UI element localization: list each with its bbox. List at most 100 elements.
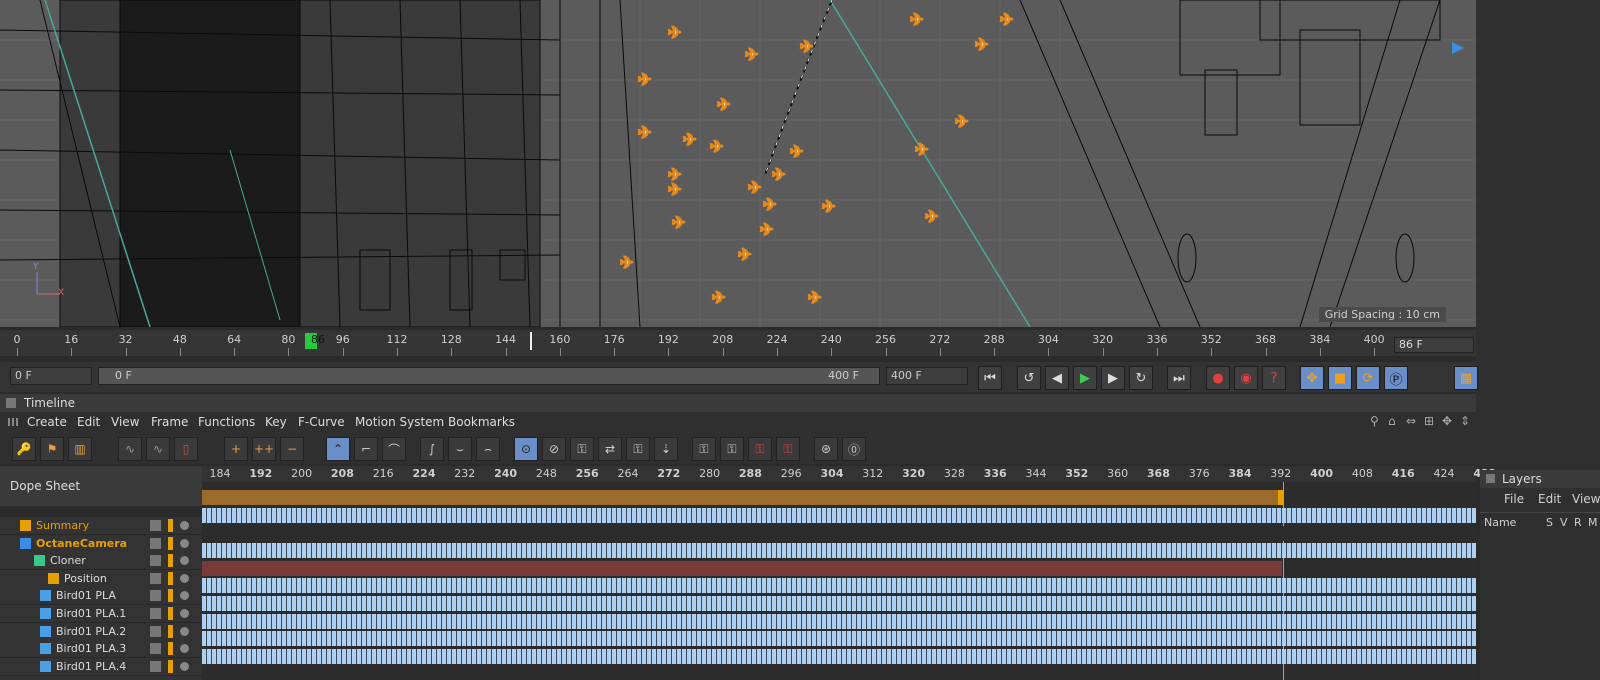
motion-mode-icon[interactable]: ▥ — [68, 437, 92, 461]
menu-grip-icon[interactable] — [8, 418, 18, 426]
menu-view[interactable]: View — [111, 415, 139, 429]
menu-functions[interactable]: Functions — [198, 415, 255, 429]
row-lock-toggle[interactable] — [150, 590, 161, 602]
remove-key-icon[interactable]: − — [280, 437, 304, 461]
layers-menu-edit[interactable]: Edit — [1538, 492, 1561, 506]
zoom-view-icon[interactable]: ⇕ — [1460, 414, 1470, 428]
menu-motion-system[interactable]: Motion System — [355, 415, 444, 429]
row-color-bar[interactable] — [168, 624, 173, 638]
keyframe-selection-button[interactable]: ? — [1262, 366, 1286, 390]
tangent-angle-icon[interactable]: ⇣ — [654, 437, 678, 461]
clip-icon[interactable]: ▯ — [174, 437, 198, 461]
menu-edit[interactable]: Edit — [77, 415, 100, 429]
record-active-button[interactable]: ● — [1206, 366, 1230, 390]
row-color-bar[interactable] — [168, 607, 173, 620]
tangent-auto-icon[interactable]: ⊙ — [514, 437, 538, 461]
range-slider[interactable]: 0 F 400 F — [98, 367, 880, 385]
linear-interp-icon[interactable]: ⌒ — [382, 437, 406, 461]
row-solo-dot[interactable] — [180, 538, 189, 548]
record-position-button[interactable]: ✥ — [1300, 366, 1324, 390]
add-key-icon[interactable]: + — [224, 437, 248, 461]
tangent-zero-icon[interactable]: ⇄ — [598, 437, 622, 461]
row-lock-toggle[interactable] — [150, 625, 161, 637]
lock-tangent-icon[interactable]: ⚿ — [748, 437, 772, 461]
key-mode-icon[interactable]: 🔑 — [12, 437, 36, 461]
previous-frame-button[interactable]: ◀ — [1045, 366, 1069, 390]
pla-button[interactable]: ▦ — [1454, 366, 1478, 390]
lock-time-icon[interactable]: ⚿ — [720, 437, 744, 461]
row-lock-toggle[interactable] — [150, 608, 161, 619]
keyframe-track[interactable] — [202, 578, 1476, 594]
zero-tangent-icon[interactable]: ⓪ — [842, 437, 866, 461]
layers-menu-view[interactable]: View — [1572, 492, 1600, 506]
spline-interp-icon[interactable]: ⌃ — [326, 437, 350, 461]
row-color-bar[interactable] — [168, 659, 173, 673]
step-interp-icon[interactable]: ⌐ — [354, 437, 378, 461]
row-solo-dot[interactable] — [180, 591, 189, 601]
tangent-length-icon[interactable]: ⚿ — [626, 437, 650, 461]
ease-in-icon[interactable]: ⌣ — [448, 437, 472, 461]
home-icon[interactable]: ⌂ — [1388, 414, 1396, 428]
next-frame-button[interactable]: ▶ — [1101, 366, 1125, 390]
tree-row[interactable]: Summary — [0, 517, 202, 535]
timeline-ruler[interactable]: 0 16 32 48 64 80 96 112 128 144 160 176 192 208 224 240… — [0, 330, 1476, 356]
row-lock-toggle[interactable] — [150, 520, 161, 531]
menu-key[interactable]: Key — [265, 415, 287, 429]
tree-row[interactable]: Bird01 PLA.3 — [0, 640, 202, 659]
layers-grip-icon[interactable] — [1486, 474, 1495, 483]
row-color-bar[interactable] — [168, 589, 173, 603]
tree-row[interactable]: OctaneCamera — [0, 534, 202, 553]
link-icon[interactable]: ⇔ — [1406, 414, 1416, 428]
record-scale-button[interactable]: ■ — [1328, 366, 1352, 390]
autokeying-button[interactable]: ◉ — [1234, 366, 1258, 390]
keyframe-track[interactable] — [202, 508, 1476, 523]
panel-grip-icon[interactable] — [6, 398, 16, 408]
keyframe-track[interactable] — [202, 596, 1476, 611]
wave-icon[interactable]: ∿ — [146, 437, 170, 461]
fcurve-mode-icon[interactable]: ⚑ — [40, 437, 64, 461]
row-solo-dot[interactable] — [180, 626, 189, 636]
row-lock-toggle[interactable] — [150, 555, 161, 567]
current-frame-field[interactable]: 86 F — [1394, 337, 1474, 353]
row-solo-dot[interactable] — [180, 644, 189, 654]
frame-all-icon[interactable]: ⊞ — [1424, 414, 1434, 428]
keyframe-track[interactable] — [202, 543, 1476, 559]
tangent-lock-icon[interactable]: ⚿ — [570, 437, 594, 461]
curve-icon[interactable]: ∿ — [118, 437, 142, 461]
row-solo-dot[interactable] — [180, 521, 189, 530]
row-lock-toggle[interactable] — [150, 643, 161, 655]
row-color-bar[interactable] — [168, 642, 173, 656]
dope-sheet-ruler[interactable]: 184 192 200 208 216 224 232 240 248 256 264 272 280 2… — [202, 466, 1496, 482]
row-color-bar[interactable] — [168, 519, 173, 532]
play-button[interactable]: ▶ — [1073, 366, 1097, 390]
search-icon[interactable]: ⚲ — [1370, 414, 1379, 428]
row-lock-toggle[interactable] — [150, 572, 161, 584]
go-to-end-button[interactable]: ⏭ — [1167, 366, 1191, 390]
keyframe-track[interactable] — [202, 631, 1476, 647]
keyframe-track[interactable] — [202, 525, 1476, 541]
menu-frame[interactable]: Frame — [151, 415, 188, 429]
tree-row[interactable]: Position — [0, 569, 202, 588]
layers-menu-file[interactable]: File — [1504, 492, 1524, 506]
menu-bookmarks[interactable]: Bookmarks — [448, 415, 515, 429]
layers-col-solo[interactable]: S — [1546, 516, 1553, 529]
ease-in-out-icon[interactable]: ∫ — [420, 437, 444, 461]
go-to-start-button[interactable]: ⏮ — [978, 366, 1002, 390]
ease-out-icon[interactable]: ⌢ — [476, 437, 500, 461]
3d-viewport[interactable]: ✈ ✈ ✈ ✈ ✈ ✈ ✈ ✈ ✈ ✈ ✈ ✈ ✈ ✈ ✈ ✈ ✈ ✈ ✈ ✈ ✈ ✈ ✈ ✈ ✈ ✈ ✈ Y X … — [0, 0, 1476, 327]
lock-key-icon[interactable]: ⚿ — [776, 437, 800, 461]
keyframe-track[interactable] — [202, 613, 1476, 629]
tree-row[interactable]: Cloner — [0, 552, 202, 571]
tree-row[interactable]: Bird01 PLA.2 — [0, 622, 202, 641]
lock-value-icon[interactable]: ⚿ — [692, 437, 716, 461]
tree-row[interactable]: Bird01 PLA.4 — [0, 657, 202, 676]
layers-col-visible[interactable]: V — [1560, 516, 1568, 529]
previous-key-button[interactable]: ↺ — [1017, 366, 1041, 390]
layers-col-manager[interactable]: M — [1588, 516, 1598, 529]
row-solo-dot[interactable] — [180, 609, 189, 618]
move-view-icon[interactable]: ✥ — [1442, 414, 1452, 428]
tree-row[interactable]: Bird01 PLA — [0, 587, 202, 606]
record-rotation-button[interactable]: ⟳ — [1356, 366, 1380, 390]
menu-fcurve[interactable]: F-Curve — [298, 415, 345, 429]
tree-row[interactable]: Bird01 PLA.1 — [0, 605, 202, 623]
